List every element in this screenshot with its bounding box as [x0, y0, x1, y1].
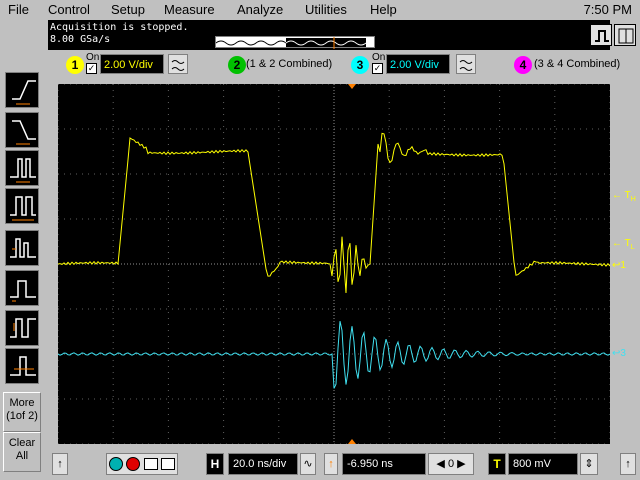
run-icon[interactable]: [109, 457, 124, 472]
menu-measure[interactable]: Measure: [164, 2, 215, 17]
trigger-level-readout[interactable]: 800 mV: [508, 453, 578, 475]
edge-rising-button[interactable]: [5, 72, 39, 108]
glitch-icon: [10, 158, 36, 183]
menu-bar: File Control Setup Measure Analyze Utili…: [0, 0, 640, 20]
edge-rising-icon: [12, 80, 36, 105]
menu-help[interactable]: Help: [370, 2, 397, 17]
menu-control[interactable]: Control: [48, 2, 90, 17]
trigger-high-marker[interactable]: ← TH: [612, 190, 636, 203]
status-line-1: Acquisition is stopped.: [50, 22, 189, 33]
spinner-wave-icon: [171, 60, 185, 71]
channel-3-scale-spinner[interactable]: [456, 54, 476, 74]
pattern-button[interactable]: [5, 270, 39, 306]
bottom-control-bar: ↑ H 20.0 ns/div ∿ ↑ -6.950 ns ◀ 0 ▶ T 80…: [48, 450, 640, 480]
state-button[interactable]: [5, 310, 39, 346]
channel-1-scale[interactable]: 2.00 V/div: [100, 54, 164, 74]
pulse-width-icon: [10, 196, 36, 221]
delay-stepper[interactable]: ◀ 0 ▶: [428, 453, 474, 475]
print-icon[interactable]: [160, 458, 175, 471]
channel-3-number[interactable]: 3: [351, 56, 369, 74]
channel-2-combined-label: (1 & 2 Combined): [246, 58, 333, 70]
run-control-group: [106, 453, 178, 475]
channel-1-number[interactable]: 1: [66, 56, 84, 74]
delay-reference-icon[interactable]: ↑: [324, 453, 338, 475]
channel-4-number[interactable]: 4: [514, 56, 532, 74]
menu-analyze[interactable]: Analyze: [237, 2, 283, 17]
pulse-width-button[interactable]: [5, 188, 39, 224]
channel-1-scale-spinner[interactable]: [168, 54, 188, 74]
edge-falling-button[interactable]: [5, 112, 39, 148]
stop-icon[interactable]: [126, 457, 141, 472]
delay-readout[interactable]: -6.950 ns: [342, 453, 426, 475]
more-button[interactable]: More (1of 2): [3, 392, 41, 432]
graticule: [58, 84, 610, 444]
clock: 7:50 PM: [583, 2, 632, 17]
scroll-up-button[interactable]: ↑: [52, 453, 68, 475]
trigger-position-bottom-marker: [348, 439, 356, 444]
runt-icon: [10, 238, 36, 258]
channel-1-ground-marker[interactable]: ↩1: [612, 260, 626, 271]
timeout-icon: [10, 356, 36, 376]
channel-1-on-label: On: [86, 52, 100, 63]
display-mode-button[interactable]: [590, 24, 612, 46]
single-acquire-icon[interactable]: [143, 458, 158, 471]
clear-all-button[interactable]: Clear All: [3, 432, 41, 472]
menu-utilities[interactable]: Utilities: [305, 2, 347, 17]
trigger-toolbar: More (1of 2) Clear All: [0, 20, 44, 472]
scroll-down-button[interactable]: ↑: [620, 453, 636, 475]
waveform-overview[interactable]: [215, 36, 375, 49]
channel-1-on-checkbox[interactable]: ✓: [86, 63, 97, 74]
runt-button[interactable]: [5, 230, 39, 266]
channel-2-number[interactable]: 2: [228, 56, 246, 74]
trigger-position-top-marker: [348, 84, 356, 89]
horizontal-label[interactable]: H: [206, 453, 224, 475]
square-wave-icon: [595, 30, 609, 42]
channel-3-on-checkbox[interactable]: ✓: [372, 63, 383, 74]
trigger-level-spinner[interactable]: ⇕: [580, 453, 598, 475]
timebase-readout[interactable]: 20.0 ns/div: [228, 453, 298, 475]
pattern-icon: [10, 280, 36, 302]
glitch-button[interactable]: [5, 150, 39, 186]
trigger-level-label[interactable]: T: [488, 453, 506, 475]
waveform-display[interactable]: [58, 84, 610, 444]
channel-3-scale[interactable]: 2.00 V/div: [386, 54, 450, 74]
menu-setup[interactable]: Setup: [111, 2, 145, 17]
trigger-low-marker[interactable]: ← TL: [612, 238, 635, 251]
timeout-button[interactable]: [5, 348, 39, 384]
state-icon: [10, 318, 36, 338]
edge-falling-icon: [12, 120, 36, 145]
channel-4-combined-label: (3 & 4 Combined): [534, 58, 621, 70]
dual-window-icon: [618, 28, 634, 44]
overview-waveform-icon: [216, 37, 367, 49]
right-marker-strip: ← TH ← TL ↩1 ↩3: [610, 78, 640, 450]
spinner-wave-icon: [459, 60, 473, 71]
channel-3-on-label: On: [372, 52, 386, 63]
channel-bar: 1 On ✓ 2.00 V/div 2 (1 & 2 Combined) 3 O…: [48, 50, 640, 78]
timebase-spinner[interactable]: ∿: [300, 453, 316, 475]
window-mode-button[interactable]: [614, 24, 636, 46]
menu-file[interactable]: File: [8, 2, 29, 17]
channel-3-ground-marker[interactable]: ↩3: [612, 348, 626, 359]
